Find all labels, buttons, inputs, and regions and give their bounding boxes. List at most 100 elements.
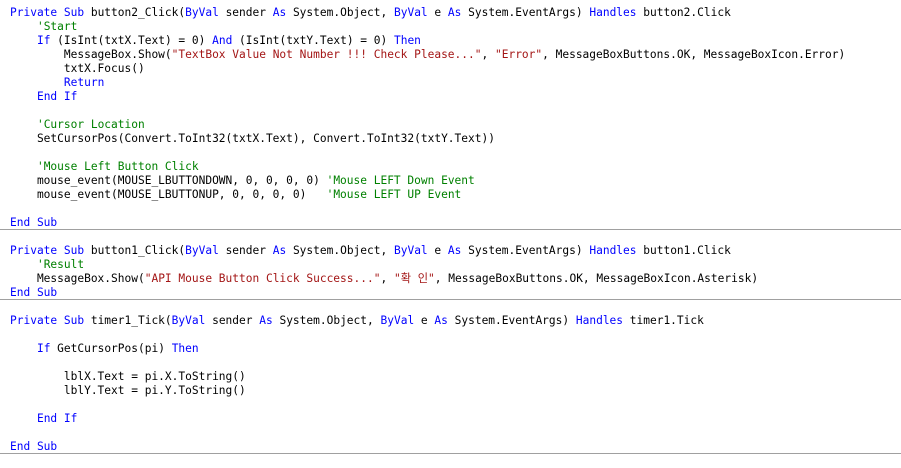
- string-literal: "확 인": [393, 272, 435, 285]
- code-line[interactable]: MessageBox.Show("API Mouse Button Click …: [0, 272, 901, 286]
- keyword: If: [36, 34, 51, 47]
- code-line-end-sub[interactable]: End Sub: [0, 286, 901, 300]
- keyword: Return: [63, 76, 105, 89]
- keyword: ByVal: [171, 314, 206, 327]
- code-line[interactable]: 'Result: [0, 258, 901, 272]
- keyword: As: [434, 314, 448, 327]
- code-line-end-sub[interactable]: End Sub: [0, 440, 901, 454]
- keyword: End If: [36, 90, 78, 103]
- code-text: button2_Click(: [84, 6, 186, 19]
- code-line[interactable]: [0, 300, 901, 314]
- keyword: As: [259, 314, 273, 327]
- keyword: ByVal: [393, 6, 428, 19]
- comment: 'Start: [36, 20, 78, 33]
- code-line[interactable]: [0, 202, 901, 216]
- keyword: End Sub: [10, 286, 58, 299]
- code-line-end-sub[interactable]: End Sub: [0, 216, 901, 230]
- code-text: timer1.Tick: [623, 314, 704, 327]
- code-text: e: [427, 6, 448, 19]
- code-text: button2.Click: [636, 6, 731, 19]
- code-editor[interactable]: Private Sub button2_Click( ByVal sender A…: [0, 6, 901, 454]
- code-line[interactable]: [0, 398, 901, 412]
- code-text: System.EventArgs): [461, 244, 590, 257]
- keyword: ByVal: [185, 244, 219, 257]
- code-line[interactable]: Return: [0, 76, 901, 90]
- code-line[interactable]: [0, 426, 901, 440]
- comment: 'Cursor Location: [36, 118, 145, 131]
- code-line[interactable]: [0, 230, 901, 244]
- code-text: ,: [380, 272, 394, 285]
- comment: 'Mouse Left Button Click: [36, 160, 199, 173]
- code-text: mouse_event(MOUSE_LBUTTONUP, 0, 0, 0, 0): [10, 188, 327, 201]
- keyword: Then: [171, 342, 199, 355]
- code-line[interactable]: 'Start: [0, 20, 901, 34]
- code-line[interactable]: mouse_event(MOUSE_LBUTTONUP, 0, 0, 0, 0)…: [0, 188, 901, 202]
- code-text: SetCursorPos(Convert.ToInt32(txtX.Text),…: [10, 132, 495, 145]
- comment: 'Mouse LEFT Down Event: [326, 174, 475, 187]
- code-line[interactable]: [0, 328, 901, 342]
- keyword: ByVal: [380, 314, 415, 327]
- code-text: mouse_event(MOUSE_LBUTTONDOWN, 0, 0, 0, …: [10, 174, 327, 187]
- string-literal: "TextBox Value Not Number !!! Check Plea…: [171, 48, 482, 61]
- code-line[interactable]: End If: [0, 90, 901, 104]
- keyword: If: [36, 342, 51, 355]
- keyword: End If: [36, 412, 78, 425]
- code-text: ,: [481, 48, 495, 61]
- keyword: As: [447, 6, 462, 19]
- keyword: As: [447, 244, 462, 257]
- code-line[interactable]: MessageBox.Show("TextBox Value Not Numbe…: [0, 48, 901, 62]
- code-text: GetCursorPos(pi): [50, 342, 172, 355]
- code-text: (IsInt(txtY.Text) = 0): [232, 34, 394, 47]
- code-line[interactable]: [0, 356, 901, 370]
- code-text: lblY.Text = pi.Y.ToString(): [10, 384, 246, 397]
- code-text: timer1_Tick(: [84, 314, 172, 327]
- keyword: Private Sub: [10, 244, 85, 257]
- comment: 'Result: [36, 258, 85, 271]
- code-text: sender: [218, 244, 273, 257]
- code-line[interactable]: mouse_event(MOUSE_LBUTTONDOWN, 0, 0, 0, …: [0, 174, 901, 188]
- comment: 'Mouse LEFT UP Event: [326, 188, 462, 201]
- keyword: As: [272, 6, 287, 19]
- code-line[interactable]: txtX.Focus(): [0, 62, 901, 76]
- code-line[interactable]: lblX.Text = pi.X.ToString(): [0, 370, 901, 384]
- code-text: , MessageBoxButtons.OK, MessageBoxIcon.E…: [542, 48, 846, 61]
- code-text: System.Object,: [286, 6, 394, 19]
- code-line[interactable]: Private Sub button2_Click(ByVal sender A…: [0, 6, 901, 20]
- keyword: Handles: [589, 244, 637, 257]
- code-text: e: [427, 244, 448, 257]
- code-text: (IsInt(txtX.Text) = 0): [50, 34, 213, 47]
- code-line[interactable]: [0, 104, 901, 118]
- code-text: txtX.Focus(): [10, 62, 145, 75]
- keyword: And: [212, 34, 233, 47]
- code-line[interactable]: lblY.Text = pi.Y.ToString(): [0, 384, 901, 398]
- code-line[interactable]: SetCursorPos(Convert.ToInt32(txtX.Text),…: [0, 132, 901, 146]
- code-text: System.EventArgs): [447, 314, 576, 327]
- keyword: As: [272, 244, 287, 257]
- code-text: e: [414, 314, 435, 327]
- code-text: sender: [205, 314, 260, 327]
- code-line[interactable]: 'Cursor Location: [0, 118, 901, 132]
- code-text: System.Object,: [286, 244, 394, 257]
- code-text: MessageBox.Show(: [10, 272, 145, 285]
- code-line[interactable]: [0, 146, 901, 160]
- code-line[interactable]: Private Sub button1_Click(ByVal sender A…: [0, 244, 901, 258]
- keyword: Private Sub: [10, 6, 85, 19]
- code-text: System.Object,: [272, 314, 381, 327]
- code-text: button1.Click: [636, 244, 731, 257]
- keyword: Handles: [575, 314, 624, 327]
- code-line[interactable]: If (IsInt(txtX.Text) = 0) And (IsInt(txt…: [0, 34, 901, 48]
- code-line[interactable]: 'Mouse Left Button Click: [0, 160, 901, 174]
- code-line[interactable]: Private Sub timer1_Tick(ByVal sender As …: [0, 314, 901, 328]
- code-text: button1_Click(: [84, 244, 186, 257]
- keyword: ByVal: [393, 244, 428, 257]
- code-line[interactable]: If GetCursorPos(pi) Then: [0, 342, 901, 356]
- keyword: End Sub: [10, 440, 58, 453]
- code-line[interactable]: End If: [0, 412, 901, 426]
